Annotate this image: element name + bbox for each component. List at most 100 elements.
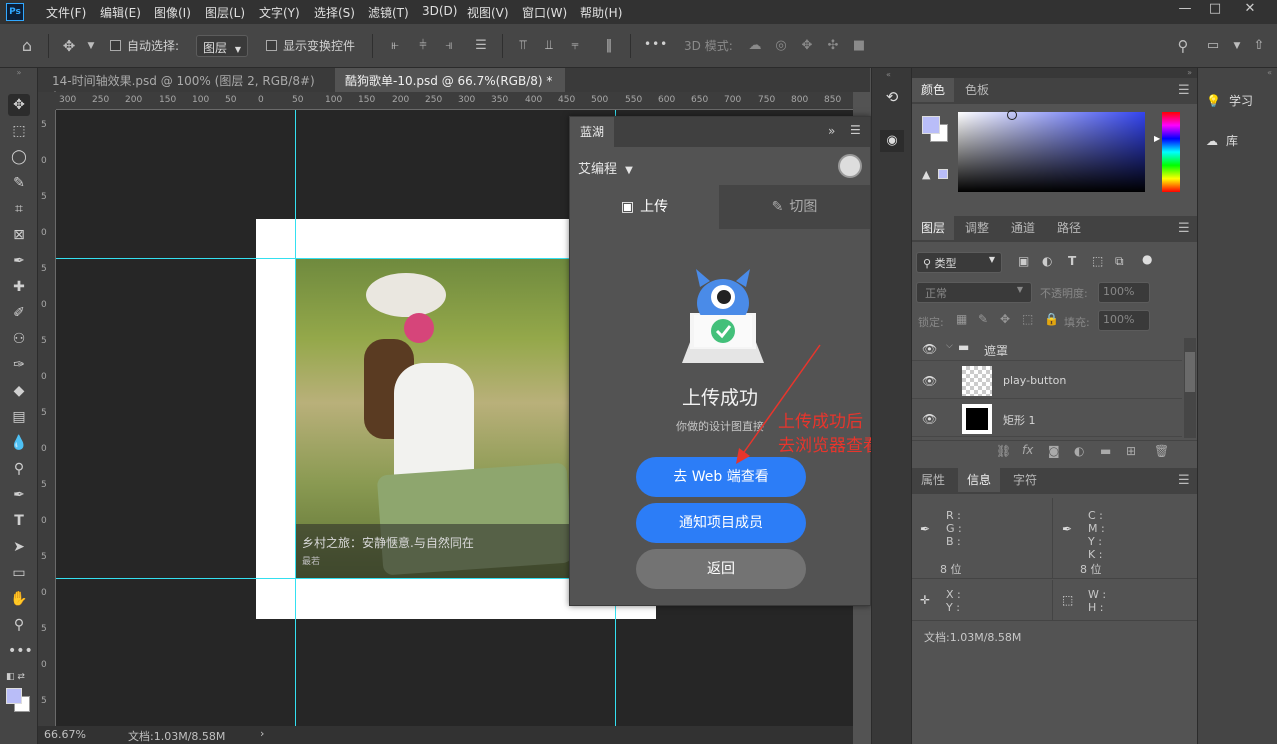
lanhu-plugin-icon[interactable]: ◉ <box>880 130 904 152</box>
document-tab-active[interactable]: 酷狗歌单-10.psd @ 66.7%(RGB/8) * × <box>335 68 565 103</box>
warning-icon[interactable]: ▲ <box>922 168 930 181</box>
3d-orbit-icon[interactable]: ☁ <box>746 37 764 55</box>
menu-3d[interactable]: 3D(D) <box>422 4 457 18</box>
blur-tool-icon[interactable]: 💧 <box>8 432 30 454</box>
tab-paths[interactable]: 路径 <box>1048 216 1090 240</box>
eraser-tool-icon[interactable]: ◆ <box>8 380 30 402</box>
foreground-color-swatch[interactable] <box>922 116 940 134</box>
panel-menu-icon[interactable]: ☰ <box>1178 473 1190 488</box>
panel-menu-icon[interactable]: ☰ <box>850 123 861 137</box>
delete-icon[interactable]: 🗑 <box>1154 444 1169 458</box>
web-safe-swatch[interactable] <box>938 169 948 179</box>
library-button[interactable]: ☁ 库 <box>1206 130 1276 152</box>
menu-layer[interactable]: 图层(L) <box>205 4 245 21</box>
move-tool-icon[interactable]: ✥ <box>60 37 78 55</box>
3d-camera-icon[interactable]: ■ <box>850 37 868 55</box>
status-menu-icon[interactable]: › <box>260 727 264 740</box>
3d-roll-icon[interactable]: ◎ <box>772 37 790 55</box>
new-layer-icon[interactable]: ⊞ <box>1126 444 1136 458</box>
minimize-button[interactable]: — <box>1170 0 1200 22</box>
menu-view[interactable]: 视图(V) <box>467 4 509 21</box>
chevron-down-icon[interactable]: ▼ <box>1228 37 1246 55</box>
hand-tool-icon[interactable]: ✋ <box>8 588 30 610</box>
collapse-icon[interactable]: » <box>828 124 835 138</box>
panel-menu-icon[interactable]: ☰ <box>1178 221 1190 236</box>
lock-position-icon[interactable]: ✥ <box>1000 312 1010 326</box>
more-options-button[interactable]: ••• <box>644 37 668 51</box>
document-tab[interactable]: 14-时间轴效果.psd @ 100% (图层 2, RGB/8#) * × <box>42 68 332 103</box>
auto-select-dropdown[interactable]: 图层 ▼ <box>196 35 248 57</box>
lock-paint-icon[interactable]: ✎ <box>978 312 988 326</box>
collapse-icon[interactable]: » <box>912 68 1198 78</box>
filter-toggle-icon[interactable]: ● <box>1142 252 1152 266</box>
share-icon[interactable]: ⇧ <box>1250 37 1268 55</box>
menu-file[interactable]: 文件(F) <box>46 4 86 21</box>
notify-members-button[interactable]: 通知项目成员 <box>636 503 806 543</box>
link-icon[interactable]: ⛓ <box>996 444 1011 458</box>
maximize-button[interactable]: □ <box>1200 0 1230 22</box>
lasso-tool-icon[interactable]: ◯ <box>8 146 30 168</box>
lock-all-icon[interactable]: 🔒 <box>1044 312 1059 326</box>
history-brush-tool-icon[interactable]: ✑ <box>8 354 30 376</box>
filter-smart-icon[interactable]: ⧉ <box>1115 254 1124 269</box>
fx-icon[interactable]: fx <box>1022 443 1033 457</box>
tab-swatches[interactable]: 色板 <box>956 78 998 102</box>
show-transform-checkbox[interactable] <box>266 40 277 51</box>
tab-info[interactable]: 信息 <box>958 468 1001 492</box>
avatar[interactable] <box>838 154 862 178</box>
filter-pixel-icon[interactable]: ▣ <box>1018 254 1029 268</box>
eye-icon[interactable]: 👁 <box>922 342 937 356</box>
hue-slider-handle[interactable]: ▶ <box>1154 134 1160 143</box>
path-select-tool-icon[interactable]: ➤ <box>8 536 30 558</box>
layer-row-group[interactable]: 👁 ⌵ ▬ 遮罩 <box>912 337 1182 361</box>
tab-upload[interactable]: ▣ 上传 <box>570 185 719 229</box>
filter-type-icon[interactable]: T <box>1068 254 1076 268</box>
back-button[interactable]: 返回 <box>636 549 806 589</box>
workspace-icon[interactable]: ▭ <box>1204 37 1222 55</box>
gradient-tool-icon[interactable]: ▤ <box>8 406 30 428</box>
filter-adjustment-icon[interactable]: ◐ <box>1042 254 1052 268</box>
menu-type[interactable]: 文字(Y) <box>259 4 300 21</box>
fill-field[interactable]: 100% <box>1098 310 1150 331</box>
collapse-icon[interactable]: » <box>0 68 38 78</box>
tab-character[interactable]: 字符 <box>1004 468 1046 492</box>
home-icon[interactable]: ⌂ <box>18 37 36 55</box>
healing-tool-icon[interactable]: ✚ <box>8 276 30 298</box>
distribute-icon[interactable]: ☰ <box>472 37 490 55</box>
layers-scrollbar[interactable] <box>1184 338 1196 438</box>
foreground-color-swatch[interactable] <box>6 688 22 704</box>
lock-artboard-icon[interactable]: ⬚ <box>1022 312 1033 326</box>
filter-shape-icon[interactable]: ⬚ <box>1092 254 1103 268</box>
lock-pixels-icon[interactable]: ▦ <box>956 312 967 326</box>
move-tool-icon[interactable]: ✥ <box>8 94 30 116</box>
menu-edit[interactable]: 编辑(E) <box>100 4 141 21</box>
align-top-icon[interactable]: ⫪ <box>514 37 532 55</box>
tab-properties[interactable]: 属性 <box>912 468 954 492</box>
blend-mode-dropdown[interactable]: 正常 ▼ <box>916 282 1032 303</box>
distribute-vertical-icon[interactable]: ‖ <box>600 37 618 55</box>
color-field[interactable] <box>958 110 1145 192</box>
zoom-level[interactable]: 66.67% <box>44 728 86 741</box>
quick-select-tool-icon[interactable]: ✎ <box>8 172 30 194</box>
color-picker-handle[interactable] <box>1007 110 1017 120</box>
panel-menu-icon[interactable]: ☰ <box>1178 83 1190 98</box>
menu-help[interactable]: 帮助(H) <box>580 4 622 21</box>
align-hcenter-icon[interactable]: ⫩ <box>414 37 432 55</box>
marquee-tool-icon[interactable]: ⬚ <box>8 120 30 142</box>
chevron-down-icon[interactable]: ⌵ <box>946 341 953 351</box>
crop-tool-icon[interactable]: ⌗ <box>8 198 30 220</box>
align-right-icon[interactable]: ⫣ <box>440 37 458 55</box>
layer-row[interactable]: 👁 play-button <box>912 362 1182 399</box>
menu-image[interactable]: 图像(I) <box>154 4 191 21</box>
guide-vertical[interactable] <box>295 110 296 726</box>
auto-select-checkbox[interactable] <box>110 40 121 51</box>
adjustment-icon[interactable]: ◐ <box>1074 444 1084 458</box>
menu-window[interactable]: 窗口(W) <box>522 4 567 21</box>
align-bottom-icon[interactable]: ⫧ <box>566 37 584 55</box>
align-left-icon[interactable]: ⫦ <box>386 37 404 55</box>
frame-tool-icon[interactable]: ⊠ <box>8 224 30 246</box>
learn-button[interactable]: 💡 学习 <box>1206 90 1276 112</box>
opacity-field[interactable]: 100% <box>1098 282 1150 303</box>
menu-select[interactable]: 选择(S) <box>314 4 355 21</box>
team-selector[interactable]: 艾编程 ▼ <box>578 158 633 177</box>
